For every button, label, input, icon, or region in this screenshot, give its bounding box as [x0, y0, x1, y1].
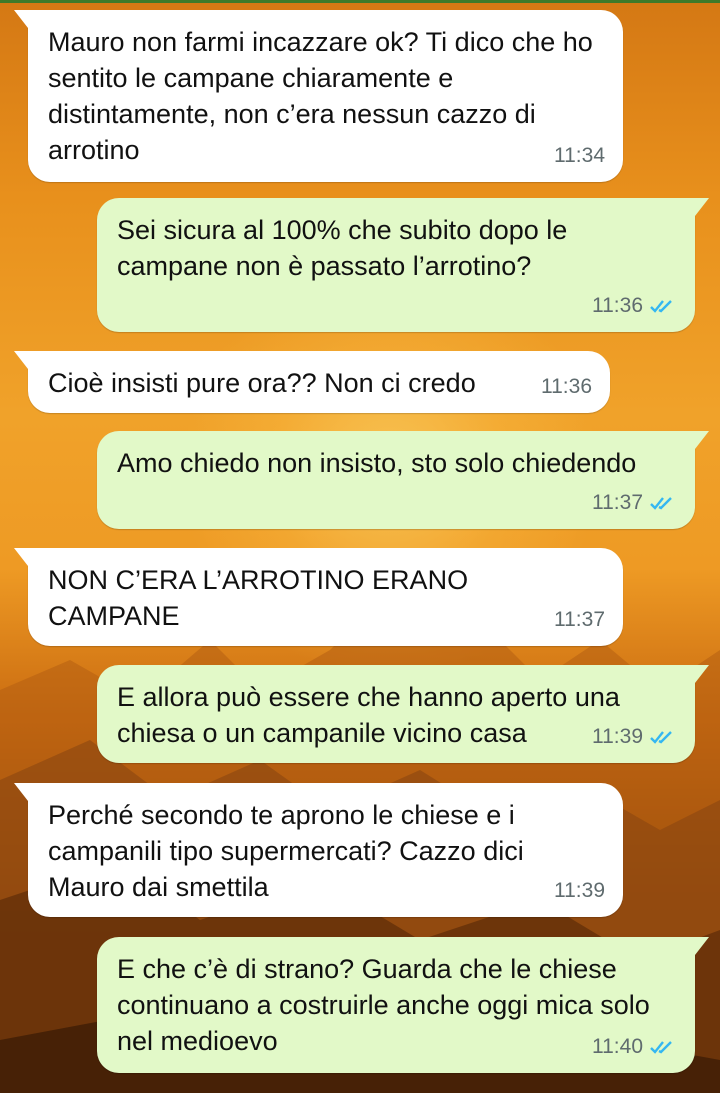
- message-text: Perché secondo te aprono le chiese e i c…: [48, 800, 524, 902]
- message-meta: 11:36: [592, 288, 677, 324]
- message-meta: 11:37: [592, 485, 677, 521]
- message-time: 11:34: [554, 144, 605, 167]
- message-time: 11:39: [592, 725, 643, 748]
- message-time: 11:39: [554, 879, 605, 902]
- message-time: 11:36: [592, 294, 643, 317]
- message-incoming[interactable]: Mauro non farmi incazzare ok? Ti dico ch…: [14, 10, 623, 182]
- message-time: 11:37: [592, 491, 643, 514]
- message-time: 11:36: [541, 375, 592, 398]
- message-meta: 11:37: [554, 602, 605, 638]
- message-outgoing[interactable]: Sei sicura al 100% che subito dopo le ca…: [97, 198, 709, 332]
- message-text: Amo chiedo non insisto, sto solo chieden…: [117, 448, 637, 478]
- message-incoming[interactable]: NON C’ERA L’ARROTINO ERANO CAMPANE 11:37: [14, 548, 623, 646]
- message-text: Cioè insisti pure ora?? Non ci credo: [48, 368, 476, 398]
- message-text: Mauro non farmi incazzare ok? Ti dico ch…: [48, 27, 593, 165]
- message-incoming[interactable]: Perché secondo te aprono le chiese e i c…: [14, 783, 623, 917]
- double-check-icon: [649, 729, 677, 745]
- message-time: 11:40: [592, 1035, 643, 1058]
- message-time: 11:37: [554, 608, 605, 631]
- message-outgoing[interactable]: E che c’è di strano? Guarda che le chies…: [97, 937, 709, 1073]
- message-text: NON C’ERA L’ARROTINO ERANO CAMPANE: [48, 565, 469, 631]
- message-meta: 11:40: [592, 1029, 677, 1065]
- double-check-icon: [649, 1039, 677, 1055]
- message-incoming[interactable]: Cioè insisti pure ora?? Non ci credo 11:…: [14, 351, 610, 413]
- message-text: E che c’è di strano? Guarda che le chies…: [117, 954, 650, 1056]
- double-check-icon: [649, 298, 677, 314]
- message-meta: 11:34: [554, 138, 605, 174]
- message-meta: 11:39: [554, 873, 605, 909]
- message-text: Sei sicura al 100% che subito dopo le ca…: [117, 215, 568, 281]
- message-meta: 11:39: [592, 719, 677, 755]
- message-outgoing[interactable]: E allora può essere che hanno aperto una…: [97, 665, 709, 763]
- double-check-icon: [649, 495, 677, 511]
- message-outgoing[interactable]: Amo chiedo non insisto, sto solo chieden…: [97, 431, 709, 529]
- message-meta: 11:36: [541, 369, 592, 405]
- message-text: E allora può essere che hanno aperto una…: [117, 682, 620, 748]
